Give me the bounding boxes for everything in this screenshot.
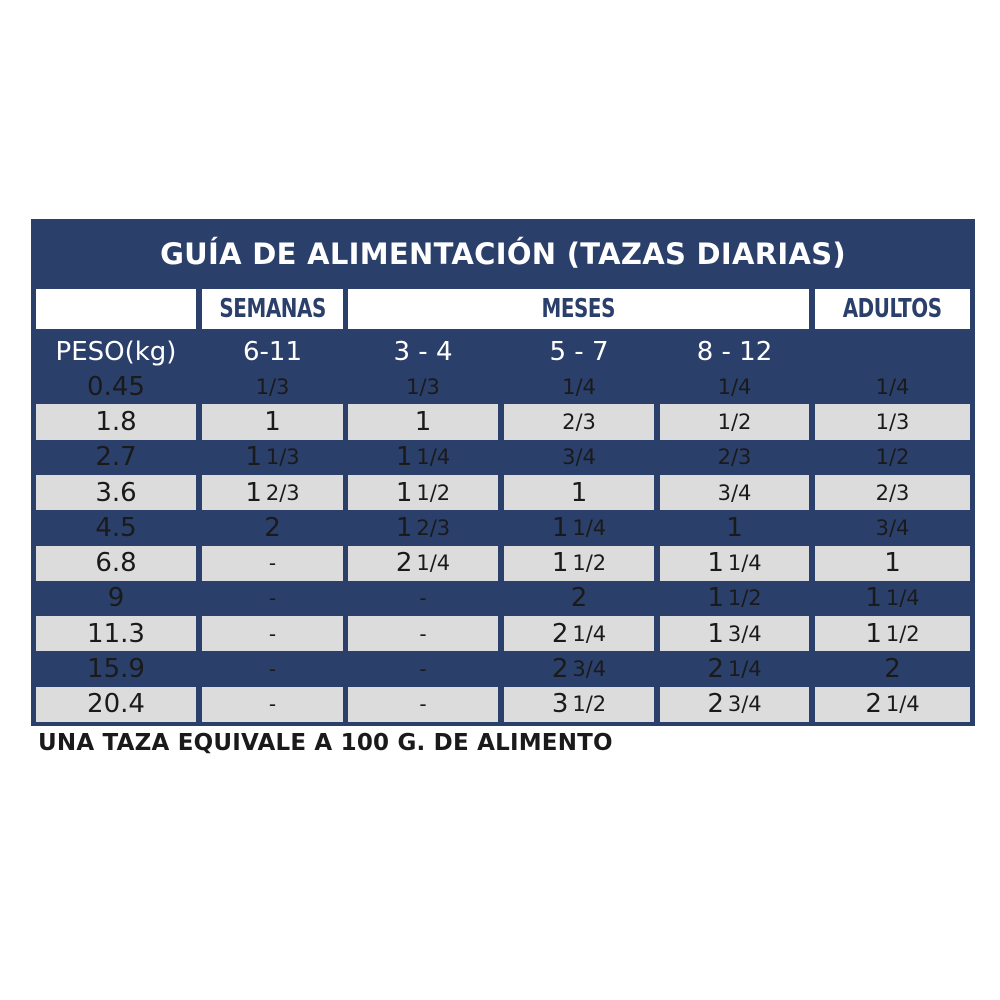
header-adultos: ADULTOS <box>815 289 970 329</box>
subheader-5-7: 5 - 7 <box>549 337 609 367</box>
portion-cell: 1/4 <box>875 374 910 399</box>
portion-cell: - <box>202 616 343 652</box>
portion-cell: 1 <box>815 545 970 581</box>
portion-cell: 2 3/4 <box>551 654 607 685</box>
portion-cell: 3/4 <box>875 515 910 540</box>
column-6-11: 1/3 1 1 1/3 1 2/3 2- - - - - <box>202 369 343 722</box>
subheader-peso: PESO(kg) <box>55 337 177 367</box>
portion-cell: 1/2 <box>660 404 809 440</box>
portion-cell: - <box>268 657 277 682</box>
weight-cell: 1.8 <box>36 404 196 440</box>
portion-cell: 2/3 <box>815 474 970 511</box>
portion-cell: 1 <box>348 404 498 440</box>
portion-cell: - <box>268 586 277 611</box>
portion-cell: - <box>419 586 427 611</box>
portion-cell: 2 <box>570 583 588 614</box>
portion-cell: 2/3 <box>717 445 752 470</box>
column-peso: 0.45 1.8 2.7 3.6 4.5 6.8 9 11.3 15.9 20.4 <box>36 369 196 722</box>
subheader-3-4: 3 - 4 <box>393 337 453 367</box>
portion-cell: - <box>202 686 343 722</box>
portion-cell: 1 1/2 <box>348 474 498 511</box>
portion-cell: 1 1/2 <box>504 545 654 581</box>
column-5-7: 1/4 2/3 3/4 1 1 1/4 1 1/2 2 2 1/4 2 3/4 3 1/2 <box>504 369 654 722</box>
weight-cell: 0.45 <box>87 371 145 402</box>
portion-cell: 1/4 <box>562 374 596 399</box>
subheader-6-11: 6-11 <box>242 337 302 367</box>
weight-cell: 20.4 <box>36 686 196 722</box>
portion-cell: 1/3 <box>406 374 440 399</box>
weight-cell: 2.7 <box>95 442 137 473</box>
portion-cell: 1 1/3 <box>245 442 300 473</box>
portion-cell: 2 1/4 <box>348 545 498 581</box>
portion-cell: 1 1/4 <box>395 442 451 473</box>
column-8-12: 1/4 1/2 2/3 3/4 1 1 1/4 1 1/2 1 3/4 2 1/4 2 3/4 <box>660 369 809 722</box>
feeding-guide-table: GUÍA DE ALIMENTACIÓN (TAZAS DIARIAS) SEM… <box>31 219 975 726</box>
portion-cell: 1/3 <box>815 404 970 440</box>
portion-cell: 1/4 <box>717 374 752 399</box>
header-meses: MESES <box>348 289 809 329</box>
weight-cell: 3.6 <box>36 474 196 511</box>
portion-cell: 3 1/2 <box>504 686 654 722</box>
weight-cell: 6.8 <box>36 545 196 581</box>
weight-cell: 4.5 <box>95 512 137 543</box>
portion-cell: - <box>348 686 498 722</box>
portion-cell: 1 <box>726 512 743 543</box>
portion-cell: 2 1/4 <box>504 616 654 652</box>
weight-cell: 11.3 <box>36 616 196 652</box>
footnote: UNA TAZA EQUIVALE A 100 G. DE ALIMENTO <box>38 730 613 756</box>
weight-cell: 9 <box>107 583 125 614</box>
portion-cell: 1 1/4 <box>551 512 607 543</box>
portion-cell: 2 <box>264 512 281 543</box>
portion-cell: 1 <box>202 404 343 440</box>
portion-cell: 1 3/4 <box>660 616 809 652</box>
header-semanas: SEMANAS <box>202 289 343 329</box>
portion-cell: 3/4 <box>660 474 809 511</box>
portion-cell: 2 <box>884 654 901 685</box>
portion-cell: 1/3 <box>255 374 290 399</box>
column-adultos: 1/4 1/3 1/2 2/3 3/4 1 1 1/4 1 1/2 2 2 1/4 <box>815 369 970 722</box>
portion-cell: 1 2/3 <box>395 512 451 543</box>
portion-cell: 2 1/4 <box>815 686 970 722</box>
portion-cell: 1 1/4 <box>865 583 920 614</box>
table-title: GUÍA DE ALIMENTACIÓN (TAZAS DIARIAS) <box>160 237 846 271</box>
portion-cell: 2 1/4 <box>707 654 762 685</box>
portion-cell: 3/4 <box>562 445 596 470</box>
portion-cell: 2/3 <box>504 404 654 440</box>
portion-cell: 1 1/4 <box>660 545 809 581</box>
portion-cell: 1 2/3 <box>202 474 343 511</box>
portion-cell: 1 1/2 <box>815 616 970 652</box>
subheader-8-12: 8 - 12 <box>696 337 773 367</box>
portion-cell: 1/2 <box>875 445 910 470</box>
weight-cell: 15.9 <box>87 654 145 685</box>
portion-cell: 2 3/4 <box>660 686 809 722</box>
portion-cell: - <box>348 616 498 652</box>
portion-cell: 1 <box>504 474 654 511</box>
portion-cell: 1 1/2 <box>707 583 762 614</box>
portion-cell: - <box>419 657 427 682</box>
portion-cell: - <box>202 545 343 581</box>
column-3-4: 1/3 1 1 1/4 1 1/2 1 2/3 2 1/4 - - - - <box>348 369 498 722</box>
header-blank-cell <box>36 289 196 329</box>
